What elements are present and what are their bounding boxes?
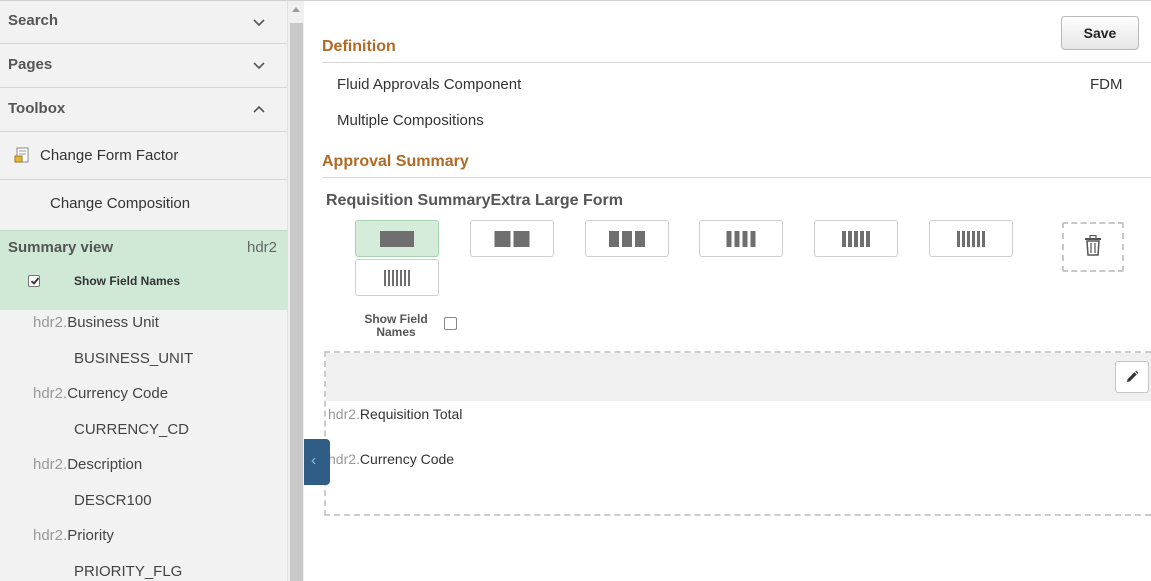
accordion-pages[interactable]: Pages: [0, 44, 287, 88]
field-prefix: hdr2.: [328, 451, 360, 467]
show-field-names-label: Show Field Names: [74, 274, 181, 288]
layout-5-column-button[interactable]: [814, 220, 898, 257]
field-label: Description: [67, 456, 143, 473]
scroll-thumb[interactable]: [290, 23, 303, 581]
trash-icon: [1085, 235, 1101, 256]
approval-summary-subtitle: Requisition SummaryExtra Large Form: [326, 192, 623, 209]
accordion-title: Search: [8, 12, 59, 29]
field-name[interactable]: BUSINESS_UNIT: [74, 350, 193, 367]
field-name[interactable]: CURRENCY_CD: [74, 421, 189, 438]
accordion-title: Pages: [8, 56, 53, 73]
trash-drop-zone[interactable]: [1062, 222, 1124, 272]
summary-view-title: Summary view: [8, 239, 114, 256]
accordion-title: Toolbox: [8, 100, 66, 117]
two-column-icon: [494, 230, 530, 247]
change-composition-label: Change Composition: [50, 195, 191, 212]
layout-1-column-button[interactable]: [355, 220, 439, 257]
field-item[interactable]: hdr2.Description: [33, 456, 142, 473]
divider: [322, 62, 1151, 63]
collapse-panel-tab[interactable]: ‹: [304, 439, 330, 485]
field-item[interactable]: hdr2.Currency Code: [33, 385, 168, 402]
accordion-toolbox[interactable]: Toolbox: [0, 88, 287, 132]
app-frame: Search Pages Toolbox Change Form Factor …: [0, 0, 1151, 581]
scroll-up-arrow-icon[interactable]: [292, 7, 300, 12]
field-prefix: hdr2.: [33, 385, 68, 402]
show-field-names-line2: Names: [376, 325, 416, 339]
divider: [322, 177, 1151, 178]
field-name[interactable]: DESCR100: [74, 492, 152, 509]
chevron-down-icon: [253, 19, 265, 27]
drop-field-item[interactable]: hdr2.Currency Code: [328, 451, 454, 467]
layout-3-column-button[interactable]: [585, 220, 669, 257]
sidebar: Search Pages Toolbox Change Form Factor …: [0, 1, 287, 581]
edit-button[interactable]: [1115, 361, 1149, 393]
save-button[interactable]: Save: [1061, 16, 1139, 50]
field-item[interactable]: hdr2.Priority: [33, 527, 114, 544]
pencil-icon: [1127, 370, 1139, 382]
accordion-search[interactable]: Search: [0, 1, 287, 44]
field-label: Currency Code: [67, 385, 169, 402]
compositions-text: Multiple Compositions: [337, 112, 484, 129]
layout-6-column-button[interactable]: [929, 220, 1013, 257]
sidebar-scrollbar[interactable]: [287, 1, 304, 581]
main-content: Save Definition Fluid Approvals Componen…: [304, 1, 1151, 581]
drop-zone-header: [326, 353, 1151, 401]
form-factor-icon: [14, 147, 29, 163]
chevron-down-icon: [253, 62, 265, 70]
summary-view-panel[interactable]: Summary view hdr2 Show Field Names: [0, 230, 287, 310]
layout-4-column-button[interactable]: [699, 220, 783, 257]
layout-2-column-button[interactable]: [470, 220, 554, 257]
field-prefix: hdr2.: [328, 406, 360, 422]
change-composition-item[interactable]: Change Composition: [0, 180, 287, 228]
six-column-icon: [957, 230, 985, 247]
chevron-up-icon: [253, 105, 265, 113]
show-field-names-checkbox[interactable]: [444, 317, 457, 330]
three-column-icon: [609, 230, 645, 247]
field-drop-zone[interactable]: hdr2.Requisition Total hdr2.Currency Cod…: [324, 351, 1151, 516]
field-item[interactable]: hdr2.Business Unit: [33, 314, 159, 331]
one-column-icon: [380, 230, 414, 247]
field-label: Priority: [67, 527, 114, 544]
change-form-factor-label: Change Form Factor: [40, 147, 179, 164]
checkmark-icon: [30, 277, 40, 285]
seven-column-icon: [384, 269, 410, 286]
change-form-factor-item[interactable]: Change Form Factor: [0, 132, 287, 180]
approval-summary-title: Approval Summary: [322, 153, 469, 170]
component-code: FDM: [1090, 76, 1123, 93]
drop-field-item[interactable]: hdr2.Requisition Total: [328, 406, 462, 422]
summary-view-tag: hdr2: [247, 239, 278, 256]
field-prefix: hdr2.: [33, 456, 68, 473]
field-name[interactable]: PRIORITY_FLG: [74, 563, 182, 580]
field-label: Business Unit: [67, 314, 159, 331]
five-column-icon: [842, 230, 870, 247]
four-column-icon: [726, 230, 756, 247]
chevron-left-icon: ‹: [311, 452, 317, 469]
show-field-names-text: Show Field Names: [358, 313, 434, 339]
layout-7-column-button[interactable]: [355, 259, 439, 296]
definition-title: Definition: [322, 38, 396, 55]
field-label: Currency Code: [359, 451, 455, 467]
component-name: Fluid Approvals Component: [337, 76, 522, 93]
show-field-names-checkbox[interactable]: [28, 275, 40, 287]
field-prefix: hdr2.: [33, 314, 68, 331]
field-label: Requisition Total: [359, 406, 463, 422]
field-prefix: hdr2.: [33, 527, 68, 544]
